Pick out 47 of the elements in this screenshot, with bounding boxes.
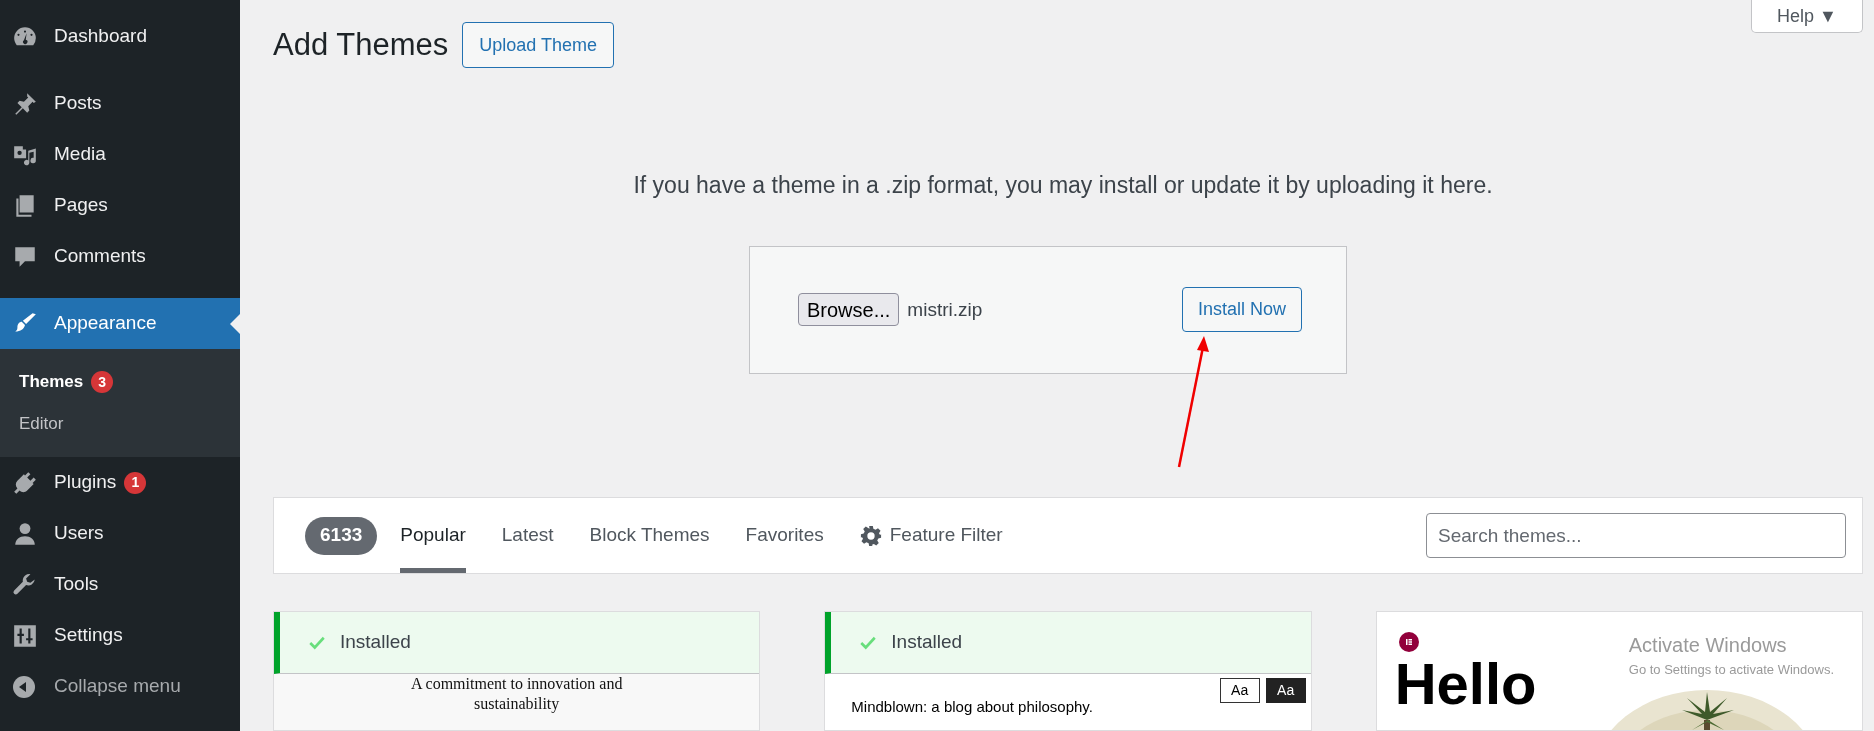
browse-button[interactable]: Browse... xyxy=(798,293,900,327)
preview-tagline: A commitment to innovation and sustainability xyxy=(409,674,624,715)
filter-tab[interactable]: Block Themes xyxy=(589,498,710,573)
menu-item[interactable]: Settings xyxy=(0,610,240,661)
sliders-icon xyxy=(12,622,38,649)
person-icon xyxy=(12,520,38,547)
style-swatch: Aa xyxy=(1265,678,1306,703)
preview-tagline: Mindblown: a blog about philosophy. xyxy=(851,697,1093,717)
feature-filter-button[interactable]: Feature Filter xyxy=(859,521,1003,550)
menu-item[interactable]: Comments xyxy=(0,231,240,282)
help-tab[interactable]: Help ▼ xyxy=(1751,0,1863,33)
menu-item[interactable]: Pages xyxy=(0,180,240,231)
plug-icon xyxy=(12,469,38,496)
theme-count-badge: 6133 xyxy=(305,516,378,555)
menu-item[interactable]: Tools xyxy=(0,559,240,610)
filter-tab[interactable]: Latest xyxy=(501,498,554,573)
menu-item[interactable]: Media xyxy=(0,129,240,180)
pointer-icon xyxy=(230,314,240,334)
theme-card[interactable]: Installed Mindblown: a blog about philosophy. Aa Aa xyxy=(824,611,1312,731)
filter-tab[interactable]: Favorites xyxy=(745,498,824,573)
file-name: mistri.zip xyxy=(907,297,983,322)
search-field[interactable]: Search themes... xyxy=(1426,513,1846,559)
status-label: Installed xyxy=(340,630,411,655)
filter-tab[interactable]: Popular xyxy=(400,498,466,573)
submenu-item[interactable]: Themes 3 xyxy=(0,361,240,403)
upload-theme-button[interactable]: Upload Theme xyxy=(462,22,614,68)
collapse-menu-button[interactable]: Collapse menu xyxy=(0,661,240,712)
count-badge: 3 xyxy=(91,371,114,393)
activation-title: Activate Windows xyxy=(1628,632,1788,658)
preview-heading: Hello xyxy=(1394,654,1537,714)
logo-icon xyxy=(1398,632,1419,652)
install-now-button[interactable]: Install Now xyxy=(1181,287,1302,333)
style-swatch: Aa xyxy=(1219,678,1260,703)
page-title: Add Themes xyxy=(273,25,449,64)
menu-item[interactable]: Users xyxy=(0,508,240,559)
activation-subtitle: Go to Settings to activate Windows. xyxy=(1628,660,1834,679)
count-badge: 1 xyxy=(124,471,147,494)
upload-instructions: If you have a theme in a .zip format, you may install or update it by uploading it here. xyxy=(632,171,1494,200)
menu-item[interactable]: Plugins 1 xyxy=(0,457,240,508)
status-label: Installed xyxy=(891,630,963,655)
menu-item[interactable]: Posts xyxy=(0,78,240,129)
collapse-icon xyxy=(12,674,36,699)
menu-item[interactable]: Appearance xyxy=(0,298,240,349)
submenu-item[interactable]: Editor xyxy=(0,403,240,445)
menu-item[interactable]: Dashboard xyxy=(0,11,240,62)
theme-card[interactable]: Installed A commitment to innovation and sustainability xyxy=(273,611,761,731)
settings-icon xyxy=(859,524,882,547)
